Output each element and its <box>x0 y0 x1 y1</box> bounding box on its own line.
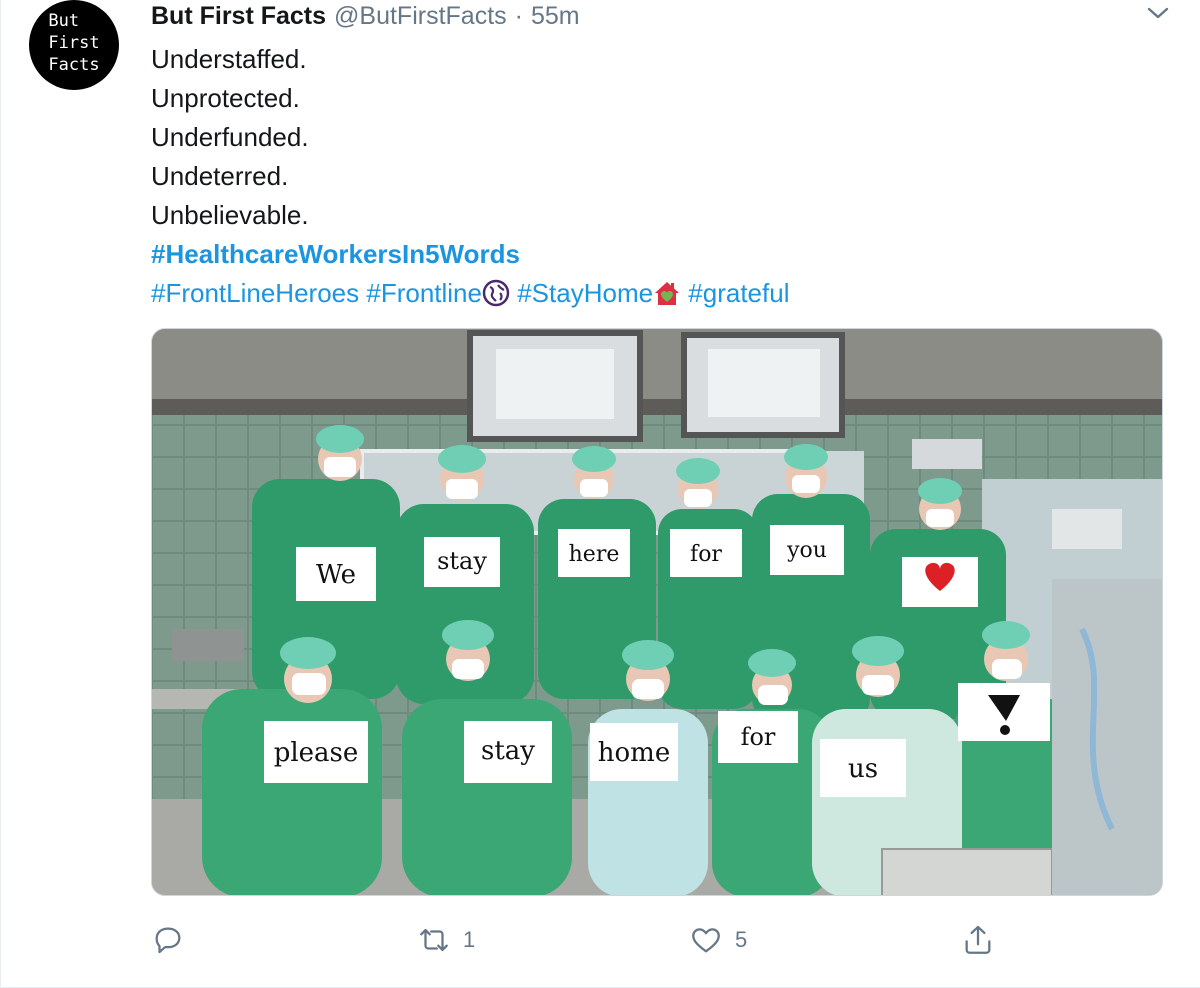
sign-text: here <box>569 542 620 567</box>
handle[interactable]: @ButFirstFacts <box>334 2 507 31</box>
chevron-down-icon[interactable] <box>1146 2 1170 26</box>
text-line: Understaffed. <box>151 44 307 74</box>
reply-icon <box>155 927 181 954</box>
hashtag-link[interactable]: #grateful <box>688 278 789 308</box>
reply-button[interactable] <box>151 918 197 962</box>
share-icon <box>965 925 991 954</box>
avatar-text: But First Facts <box>48 11 100 75</box>
tweet-header: But First Facts @ButFirstFacts · 55m <box>151 0 580 32</box>
separator: · <box>514 1 523 30</box>
hashtag-row: #FrontLineHeroes #Frontline #StayHome #g… <box>151 274 789 313</box>
like-button[interactable]: 5 <box>689 918 747 962</box>
text-line: Unbelievable. <box>151 200 309 230</box>
heart-outline-icon <box>692 928 720 953</box>
hashtag-link[interactable]: #StayHome <box>517 278 653 308</box>
retweet-count: 1 <box>463 927 476 952</box>
tweet-actions: 1 5 <box>151 918 1163 962</box>
sign-text: for <box>690 542 722 567</box>
sign-text: please <box>274 738 359 768</box>
hashtag-link[interactable]: #HealthcareWorkersIn5Words <box>151 235 789 274</box>
retweet-button[interactable]: 1 <box>417 918 475 962</box>
hashtag-link[interactable]: #FrontLineHeroes <box>151 278 359 308</box>
photo-scene: We stay here for you please stay home fo… <box>152 329 1162 895</box>
text-line: Unprotected. <box>151 83 300 113</box>
display-name[interactable]: But First Facts <box>151 2 326 31</box>
tweet[interactable]: But First Facts But First Facts @ButFirs… <box>0 0 1200 988</box>
avatar[interactable]: But First Facts <box>29 0 119 90</box>
text-line: Undeterred. <box>151 161 289 191</box>
timestamp[interactable]: 55m <box>531 2 580 31</box>
sign-text: We <box>316 560 356 590</box>
share-button[interactable] <box>961 918 995 962</box>
globe-icon <box>482 279 510 307</box>
tweet-text: Understaffed. Unprotected. Underfunded. … <box>151 40 789 313</box>
text-line: Underfunded. <box>151 122 309 152</box>
sign-text: you <box>786 538 827 563</box>
sign-text: stay <box>481 736 535 766</box>
sign-text: us <box>848 754 878 784</box>
sign-text: stay <box>437 547 487 575</box>
like-count: 5 <box>735 927 748 952</box>
sign-text: for <box>741 723 776 751</box>
retweet-icon <box>420 928 448 952</box>
tweet-photo[interactable]: We stay here for you please stay home fo… <box>151 328 1163 896</box>
hashtag-link[interactable]: #Frontline <box>366 278 482 308</box>
house-heart-icon <box>653 279 681 307</box>
sign-text: home <box>598 738 670 768</box>
